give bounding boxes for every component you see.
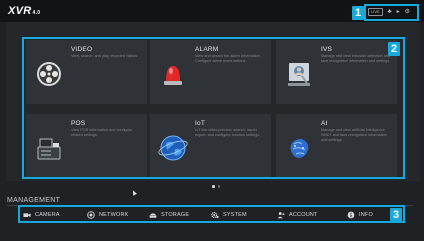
mouse-cursor bbox=[131, 189, 137, 196]
callout-box-topbar bbox=[364, 4, 419, 21]
callout-number-3: 3 bbox=[390, 208, 402, 222]
callout-box-functions bbox=[22, 37, 405, 179]
logo: XVR4.0 bbox=[8, 5, 40, 17]
logo-version: 4.0 bbox=[32, 10, 41, 16]
callout-number-1: 1 bbox=[352, 6, 364, 20]
xvr-main-menu: XVR4.0 LIVE ♣ ▸ ⚙ VIDEO View, search, an… bbox=[0, 0, 424, 241]
callout-number-2: 2 bbox=[388, 42, 400, 56]
page-dot-active[interactable] bbox=[212, 185, 215, 188]
logo-text: XVR bbox=[8, 5, 32, 17]
management-title: MANAGEMENT bbox=[7, 197, 61, 204]
page-dot[interactable] bbox=[217, 185, 220, 188]
callout-box-management bbox=[18, 205, 405, 223]
page-indicator bbox=[212, 185, 220, 188]
